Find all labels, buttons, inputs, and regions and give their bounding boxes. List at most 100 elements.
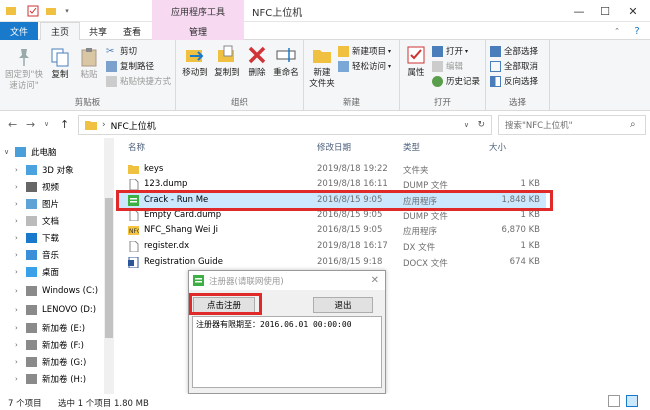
delete-button[interactable]: 删除 <box>244 44 270 79</box>
search-input[interactable]: 搜索"NFC上位机" <box>498 115 646 135</box>
nav-videos[interactable]: › 视频 <box>15 179 59 195</box>
dialog-title: 注册器(请联网使用) <box>209 276 284 287</box>
select-group-label: 选择 <box>508 98 526 108</box>
collapsed-icon[interactable]: › <box>15 375 23 383</box>
edit-icon <box>432 60 443 72</box>
nav-drive-c[interactable]: › Windows (C:) <box>15 283 98 299</box>
edit-button[interactable]: 编辑 <box>432 60 463 72</box>
easy-access-button[interactable]: 轻松访问 ▾ <box>338 60 391 72</box>
nav-scrollbar[interactable] <box>104 138 114 394</box>
forward-icon[interactable]: → <box>26 118 35 131</box>
collapsed-icon[interactable]: › <box>15 200 23 208</box>
history-label: 历史记录 <box>446 77 481 87</box>
paste-button[interactable]: 粘贴 <box>74 46 104 81</box>
exit-button[interactable]: 退出 <box>313 297 373 313</box>
back-icon[interactable]: ← <box>8 118 17 131</box>
drive-icon <box>26 323 37 333</box>
select-all-label: 全部选择 <box>504 47 539 57</box>
tab-file[interactable]: 文件 <box>0 22 38 40</box>
column-date[interactable]: 修改日期 <box>317 141 351 153</box>
refresh-icon[interactable]: ↻ <box>477 120 485 130</box>
cut-button[interactable]: ✂ 剪切 <box>106 45 137 58</box>
maximize-button[interactable]: ☐ <box>592 2 618 20</box>
new-folder-button[interactable]: 新建 文件夹 <box>306 44 338 90</box>
column-type[interactable]: 类型 <box>403 141 420 153</box>
recent-dropdown-icon[interactable]: ∨ <box>44 120 49 128</box>
up-icon[interactable]: ↑ <box>60 118 69 131</box>
nav-this-pc[interactable]: ∨ 此电脑 <box>4 144 57 160</box>
quick-access-dropdown-icon[interactable]: ▾ <box>60 4 74 18</box>
column-name[interactable]: 名称 <box>128 141 145 153</box>
ribbon-tabs: 文件 主页 共享 查看 管理 ⌃ ? <box>0 22 650 40</box>
collapsed-icon[interactable]: › <box>15 324 23 332</box>
nav-drive-g[interactable]: › 新加卷 (G:) <box>15 354 86 370</box>
file-row[interactable]: NFC NFC_Shang Wei Ji 2016/8/15 9:05 应用程序… <box>116 223 546 238</box>
copy-button[interactable]: 复制 <box>46 46 74 81</box>
move-to-icon <box>186 50 204 62</box>
music-icon <box>26 250 37 260</box>
nav-pictures[interactable]: › 图片 <box>15 196 59 212</box>
open-group-label: 打开 <box>433 98 451 108</box>
nav-scrollbar-thumb[interactable] <box>105 198 113 338</box>
tab-manage[interactable]: 管理 <box>152 22 244 40</box>
search-icon[interactable]: ⌕ <box>630 119 636 130</box>
collapsed-icon[interactable]: › <box>15 341 23 349</box>
help-icon[interactable]: ? <box>628 22 646 40</box>
select-all-button[interactable]: 全部选择 <box>490 45 538 57</box>
new-folder-quick-icon[interactable] <box>44 4 58 18</box>
tab-home[interactable]: 主页 <box>40 22 80 40</box>
nav-3d-objects[interactable]: › 3D 对象 <box>15 162 74 178</box>
collapsed-icon[interactable]: › <box>15 306 23 314</box>
address-path-box[interactable]: › NFC上位机 ∨ ↻ <box>78 115 492 135</box>
properties-quick-icon[interactable] <box>26 4 40 18</box>
nav-drive-f[interactable]: › 新加卷 (F:) <box>15 337 84 353</box>
collapsed-icon[interactable]: › <box>15 166 23 174</box>
drive-icon <box>26 357 37 367</box>
nav-music[interactable]: › 音乐 <box>15 247 59 263</box>
file-row[interactable]: keys 2019/8/18 19:22 文件夹 <box>116 162 546 177</box>
nav-downloads[interactable]: › 下载 <box>15 230 59 246</box>
breadcrumb[interactable]: NFC上位机 <box>111 119 156 132</box>
dialog-close-icon[interactable]: ✕ <box>371 275 379 286</box>
move-to-button[interactable]: 移动到 <box>180 44 210 79</box>
file-row[interactable]: register.dx 2019/8/18 16:17 DX 文件 1 KB <box>116 239 546 254</box>
collapsed-icon[interactable]: › <box>15 217 23 225</box>
properties-button[interactable]: 属性 <box>402 44 430 79</box>
collapsed-icon[interactable]: › <box>15 358 23 366</box>
collapsed-icon[interactable]: › <box>15 234 23 242</box>
copy-path-button[interactable]: 复制路径 <box>106 60 154 72</box>
collapsed-icon[interactable]: › <box>15 183 23 191</box>
minimize-button[interactable]: — <box>566 2 592 20</box>
close-button[interactable]: ✕ <box>620 2 646 20</box>
rename-button[interactable]: 重命名 <box>270 44 302 79</box>
pin-quick-access-button[interactable]: 固定到"快速访问" <box>2 46 46 92</box>
large-icons-view-icon[interactable] <box>626 395 638 407</box>
collapsed-icon[interactable]: › <box>15 251 23 259</box>
nav-documents[interactable]: › 文档 <box>15 213 59 229</box>
edit-label: 编辑 <box>446 62 464 72</box>
open-button[interactable]: 打开 ▾ <box>432 45 468 57</box>
tab-share[interactable]: 共享 <box>84 22 112 40</box>
copy-to-icon <box>218 45 234 62</box>
tab-view[interactable]: 查看 <box>118 22 146 40</box>
details-view-icon[interactable] <box>608 395 620 407</box>
invert-selection-button[interactable]: 反向选择 <box>490 75 538 87</box>
copy-to-button[interactable]: 复制到 <box>212 44 242 79</box>
collapsed-icon[interactable]: › <box>15 287 23 295</box>
column-size[interactable]: 大小 <box>489 141 506 153</box>
nav-desktop[interactable]: › 桌面 <box>15 264 59 280</box>
file-date: 2016/8/15 9:18 <box>317 257 383 267</box>
history-button[interactable]: 历史记录 <box>432 75 480 87</box>
nav-drive-e[interactable]: › 新加卷 (E:) <box>15 320 85 336</box>
expand-icon[interactable]: ∨ <box>4 148 12 156</box>
collapsed-icon[interactable]: › <box>15 268 23 276</box>
file-row[interactable]: Registration Guide 2016/8/15 9:18 DOCX 文… <box>116 255 546 270</box>
select-none-button[interactable]: 全部取消 <box>490 60 538 72</box>
new-item-button[interactable]: 新建项目 ▾ <box>338 45 391 57</box>
nav-drive-h[interactable]: › 新加卷 (H:) <box>15 371 86 387</box>
ribbon-collapse-icon[interactable]: ⌃ <box>610 22 624 40</box>
nav-drive-d[interactable]: › LENOVO (D:) <box>15 302 96 318</box>
path-dropdown-icon[interactable]: ∨ <box>464 121 469 129</box>
paste-shortcut-button[interactable]: 粘贴快捷方式 <box>106 75 171 87</box>
output-textbox[interactable]: 注册器有限期至：2016.06.01 00:00:00 <box>192 316 382 388</box>
